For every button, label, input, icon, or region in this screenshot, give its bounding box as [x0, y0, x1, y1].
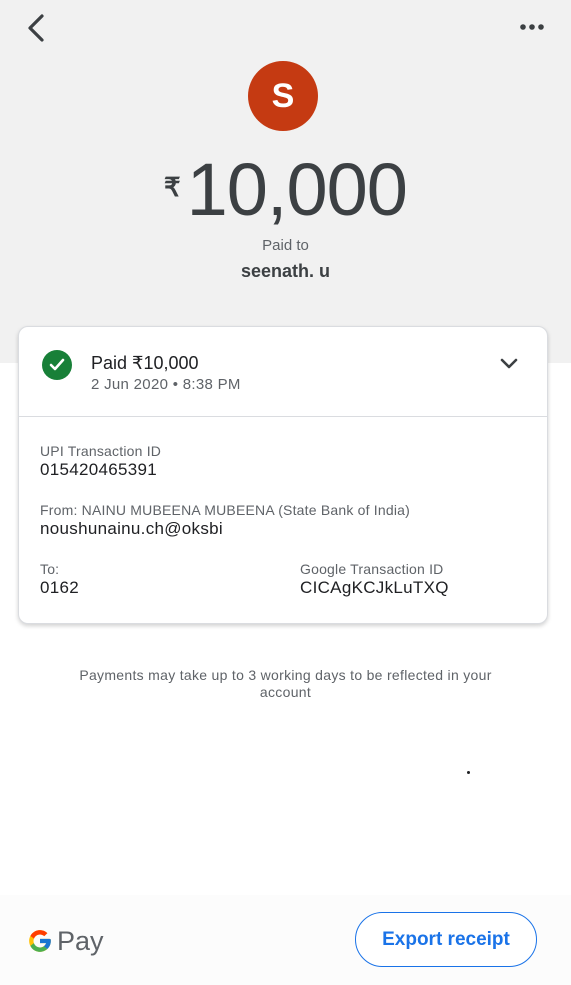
amount-display: ₹ 10,000	[0, 150, 571, 230]
google-transaction-id-label: Google Transaction ID	[300, 561, 444, 577]
google-g-icon	[29, 930, 51, 952]
google-pay-text: Pay	[57, 925, 104, 956]
upi-transaction-id-label: UPI Transaction ID	[40, 443, 162, 459]
export-receipt-button[interactable]: Export receipt	[355, 912, 537, 967]
back-arrow-icon	[28, 14, 44, 42]
more-options-icon	[520, 24, 544, 30]
back-button[interactable]	[18, 10, 54, 46]
from-account-value: noushunainu.ch@oksbi	[40, 519, 223, 538]
to-label: To:	[40, 561, 60, 577]
more-options-button[interactable]	[512, 12, 552, 42]
paid-to-label: Paid to	[262, 237, 309, 254]
to-value: 0162	[40, 578, 80, 597]
upi-transaction-id-value: 015420465391	[40, 460, 158, 479]
google-transaction-id-value: CICAgKCJkLuTXQ	[300, 578, 449, 597]
processing-note: Payments may take up to 3 working days t…	[79, 667, 492, 700]
from-account-label: From: NAINU MUBEENA MUBEENA (State Bank …	[40, 502, 411, 518]
transaction-card: Paid ₹10,000 2 Jun 2020 • 8:38 PM UPI Tr…	[18, 326, 548, 624]
status-title: Paid ₹10,000	[91, 353, 199, 373]
status-datetime: 2 Jun 2020 • 8:38 PM	[91, 376, 241, 393]
stray-dot	[467, 771, 470, 774]
amount-value: 10,000	[186, 148, 408, 231]
currency-symbol: ₹	[164, 172, 181, 202]
payee-name: seenath. u	[240, 261, 331, 281]
transaction-status-row[interactable]: Paid ₹10,000 2 Jun 2020 • 8:38 PM	[19, 327, 547, 417]
check-circle-icon	[42, 350, 72, 380]
payee-avatar: S	[248, 61, 318, 131]
chevron-down-icon[interactable]	[497, 351, 521, 375]
google-pay-logo: Pay	[27, 925, 104, 957]
